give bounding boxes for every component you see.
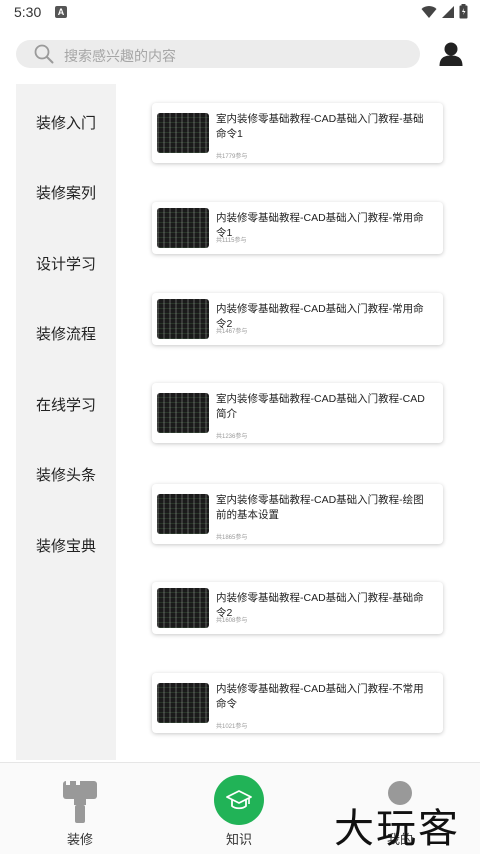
course-thumbnail: [157, 588, 209, 628]
sidebar-item-entry[interactable]: 装修入门: [16, 112, 116, 133]
course-card[interactable]: 内装修零基础教程-CAD基础入门教程-常用命令1 共1115参与: [152, 202, 443, 254]
course-title: 室内装修零基础教程-CAD基础入门教程-基础命令1: [216, 113, 424, 140]
course-participants: 共1021参与: [216, 724, 248, 730]
course-thumbnail: [157, 494, 209, 534]
course-card[interactable]: 内装修零基础教程-CAD基础入门教程-基础命令2 共1608参与: [152, 582, 443, 634]
course-participants: 共1779参与: [216, 154, 248, 160]
course-card[interactable]: 内装修零基础教程-CAD基础入门教程-不常用命令 共1021参与: [152, 673, 443, 733]
category-sidebar: 装修入门 装修案列 设计学习 装修流程 在线学习 装修头条 装修宝典: [16, 84, 116, 760]
paint-roller-icon: [63, 779, 97, 823]
course-card[interactable]: 室内装修零基础教程-CAD基础入门教程-基础命令1 共1779参与: [152, 103, 443, 163]
course-title: 内装修零基础教程-CAD基础入门教程-常用命令1: [216, 212, 424, 239]
course-title: 内装修零基础教程-CAD基础入门教程-不常用命令: [216, 683, 424, 710]
search-bar[interactable]: 搜索感兴趣的内容: [16, 40, 420, 68]
course-thumbnail: [157, 113, 209, 153]
course-thumbnail: [157, 683, 209, 723]
search-input[interactable]: 搜索感兴趣的内容: [64, 46, 176, 66]
course-card[interactable]: 室内装修零基础教程-CAD基础入门教程-CAD简介 共1236参与: [152, 383, 443, 443]
sidebar-item-guide[interactable]: 装修宝典: [16, 535, 116, 556]
course-list: 室内装修零基础教程-CAD基础入门教程-基础命令1 共1779参与 内装修零基础…: [116, 84, 480, 760]
course-participants: 共1467参与: [216, 329, 248, 335]
status-bar: 5:30 A: [0, 0, 480, 26]
course-participants: 共1236参与: [216, 434, 248, 440]
course-participants: 共1608参与: [216, 618, 248, 624]
search-icon: [34, 44, 54, 64]
status-icons: [421, 4, 468, 19]
sidebar-item-cases[interactable]: 装修案列: [16, 182, 116, 203]
course-participants: 共1865参与: [216, 535, 248, 541]
wifi-icon: [421, 5, 437, 18]
graduation-cap-icon: [226, 790, 252, 810]
sidebar-item-headlines[interactable]: 装修头条: [16, 464, 116, 485]
battery-icon: [459, 4, 468, 19]
course-title: 内装修零基础教程-CAD基础入门教程-常用命令2: [216, 303, 424, 330]
sidebar-item-process[interactable]: 装修流程: [16, 323, 116, 344]
course-thumbnail: [157, 393, 209, 433]
profile-avatar-icon[interactable]: [438, 41, 464, 67]
sidebar-item-design[interactable]: 设计学习: [16, 253, 116, 274]
course-title: 室内装修零基础教程-CAD基础入门教程-绘图前的基本设置: [216, 494, 424, 521]
status-time: 5:30: [14, 4, 42, 20]
watermark-logo: 大玩客: [334, 806, 460, 852]
course-title: 室内装修零基础教程-CAD基础入门教程-CAD简介: [216, 393, 425, 420]
course-thumbnail: [157, 299, 209, 339]
signal-icon: [442, 5, 454, 18]
tab-label-decoration: 装修: [66, 832, 93, 847]
knowledge-tab-active-indicator[interactable]: [214, 775, 264, 825]
tab-label-knowledge: 知识: [225, 832, 252, 847]
course-thumbnail: [157, 208, 209, 248]
course-title: 内装修零基础教程-CAD基础入门教程-基础命令2: [216, 592, 424, 619]
course-participants: 共1115参与: [216, 238, 247, 244]
course-card[interactable]: 内装修零基础教程-CAD基础入门教程-常用命令2 共1467参与: [152, 293, 443, 345]
sidebar-item-online[interactable]: 在线学习: [16, 394, 116, 415]
notification-a-icon: A: [55, 6, 67, 18]
course-card[interactable]: 室内装修零基础教程-CAD基础入门教程-绘图前的基本设置 共1865参与: [152, 484, 443, 544]
